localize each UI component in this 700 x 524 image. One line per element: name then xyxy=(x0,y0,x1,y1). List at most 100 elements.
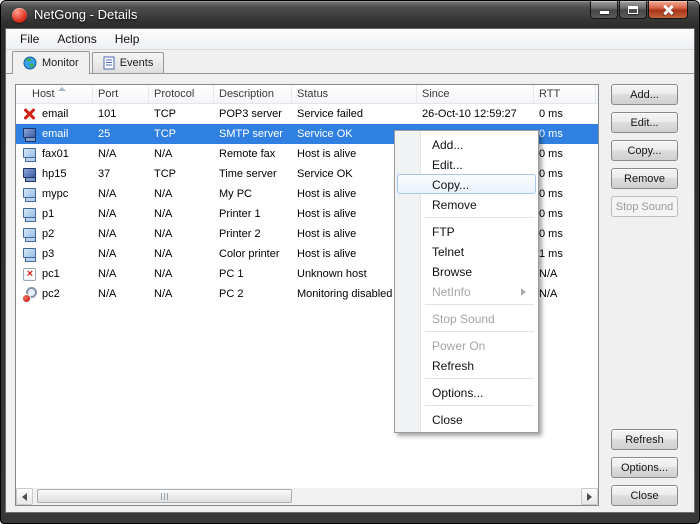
network-host-icon xyxy=(22,127,37,141)
host-label: email xyxy=(42,104,68,124)
cell-port: N/A xyxy=(93,284,149,304)
menu-item-options[interactable]: Options... xyxy=(397,382,536,402)
options-button[interactable]: Options... xyxy=(611,457,678,478)
menu-item-telnet[interactable]: Telnet xyxy=(397,241,536,261)
cell-description: SMTP server xyxy=(214,124,292,144)
cell-port: N/A xyxy=(93,204,149,224)
tab-monitor[interactable]: Monitor xyxy=(12,51,90,74)
column-header-protocol[interactable]: Protocol xyxy=(149,85,214,103)
cell-host: p2 xyxy=(16,224,93,244)
menu-item-ftp[interactable]: FTP xyxy=(397,221,536,241)
tab-events[interactable]: Events xyxy=(92,52,165,73)
close-icon xyxy=(663,5,673,15)
menu-item-refresh[interactable]: Refresh xyxy=(397,355,536,375)
column-header-since[interactable]: Since xyxy=(417,85,534,103)
cell-rtt: 0 ms xyxy=(534,144,596,164)
side-button-column: Add... Edit... Copy... Remove Stop Sound xyxy=(611,84,678,217)
cell-port: N/A xyxy=(93,144,149,164)
cell-host: p1 xyxy=(16,204,93,224)
unknown-host-icon xyxy=(22,267,37,281)
cell-protocol: TCP xyxy=(149,124,214,144)
menu-item-close[interactable]: Close xyxy=(397,409,536,429)
cell-description: POP3 server xyxy=(214,104,292,124)
close-button[interactable]: Close xyxy=(611,485,678,506)
menu-item-edit[interactable]: Edit... xyxy=(397,154,536,174)
cell-host: hp15 xyxy=(16,164,93,184)
close-window-button[interactable] xyxy=(648,1,688,19)
cell-protocol: N/A xyxy=(149,244,214,264)
table-header: Host Port Protocol Description Status Si… xyxy=(16,85,598,104)
cell-description: Time server xyxy=(214,164,292,184)
cell-port: 101 xyxy=(93,104,149,124)
column-header-rtt[interactable]: RTT xyxy=(534,85,596,103)
globe-icon xyxy=(23,56,37,70)
scroll-right-button[interactable] xyxy=(581,488,598,505)
submenu-arrow-icon xyxy=(521,288,526,296)
scrollbar-thumb[interactable] xyxy=(37,489,292,503)
cell-rtt: 0 ms xyxy=(534,204,596,224)
computer-icon xyxy=(22,207,37,221)
refresh-button[interactable]: Refresh xyxy=(611,429,678,450)
cell-since: 26-Oct-10 12:59:27 xyxy=(417,104,534,124)
cell-rtt: 0 ms xyxy=(534,184,596,204)
cell-description: PC 1 xyxy=(214,264,292,284)
cell-rtt: 0 ms xyxy=(534,104,596,124)
menubar: File Actions Help xyxy=(6,29,694,50)
table-row[interactable]: email 101 TCP POP3 server Service failed… xyxy=(16,104,598,124)
column-header-status[interactable]: Status xyxy=(292,85,417,103)
cell-host: pc2 xyxy=(16,284,93,304)
edit-button[interactable]: Edit... xyxy=(611,112,678,133)
cell-protocol: TCP xyxy=(149,164,214,184)
copy-button[interactable]: Copy... xyxy=(611,140,678,161)
titlebar[interactable]: NetGong - Details xyxy=(1,1,699,29)
sort-ascending-icon xyxy=(58,87,66,91)
cell-port: 37 xyxy=(93,164,149,184)
host-label: p1 xyxy=(42,204,54,224)
cell-protocol: N/A xyxy=(149,144,214,164)
remove-button[interactable]: Remove xyxy=(611,168,678,189)
host-label: email xyxy=(42,124,68,144)
menu-item-copy[interactable]: Copy... xyxy=(397,174,536,194)
menu-item-browse[interactable]: Browse xyxy=(397,261,536,281)
window-controls xyxy=(590,1,688,19)
menu-file[interactable]: File xyxy=(11,29,48,49)
cell-port: N/A xyxy=(93,184,149,204)
cell-description: My PC xyxy=(214,184,292,204)
minimize-button[interactable] xyxy=(590,1,618,19)
maximize-button[interactable] xyxy=(619,1,647,19)
monitoring-disabled-icon xyxy=(22,287,37,301)
cell-protocol: N/A xyxy=(149,264,214,284)
menu-separator xyxy=(425,331,534,332)
add-button[interactable]: Add... xyxy=(611,84,678,105)
scroll-left-button[interactable] xyxy=(16,488,33,505)
maximize-icon xyxy=(628,6,638,14)
column-header-filler xyxy=(596,85,601,103)
horizontal-scrollbar[interactable] xyxy=(16,488,598,505)
cell-protocol: N/A xyxy=(149,184,214,204)
context-menu: Add... Edit... Copy... Remove FTP Telnet… xyxy=(394,130,539,433)
column-header-host[interactable]: Host xyxy=(16,85,93,103)
menu-item-stop-sound: Stop Sound xyxy=(397,308,536,328)
netgong-app-icon xyxy=(12,8,27,23)
computer-icon xyxy=(22,227,37,241)
column-header-description[interactable]: Description xyxy=(214,85,292,103)
host-label: fax01 xyxy=(42,144,69,164)
tab-events-label: Events xyxy=(120,57,154,69)
menu-separator xyxy=(425,217,534,218)
client-area: File Actions Help Monitor Events Host Po… xyxy=(6,29,694,512)
menu-item-netinfo-label: NetInfo xyxy=(432,285,471,299)
menu-help[interactable]: Help xyxy=(106,29,149,49)
menu-item-remove[interactable]: Remove xyxy=(397,194,536,214)
grip-icon xyxy=(161,493,170,500)
cell-port: N/A xyxy=(93,244,149,264)
computer-icon xyxy=(22,187,37,201)
cell-host: mypc xyxy=(16,184,93,204)
cell-protocol: N/A xyxy=(149,284,214,304)
host-label: mypc xyxy=(42,184,68,204)
cell-protocol: N/A xyxy=(149,224,214,244)
column-header-port[interactable]: Port xyxy=(93,85,149,103)
host-label: p2 xyxy=(42,224,54,244)
menu-item-power-on: Power On xyxy=(397,335,536,355)
menu-item-add[interactable]: Add... xyxy=(397,134,536,154)
menu-actions[interactable]: Actions xyxy=(48,29,105,49)
